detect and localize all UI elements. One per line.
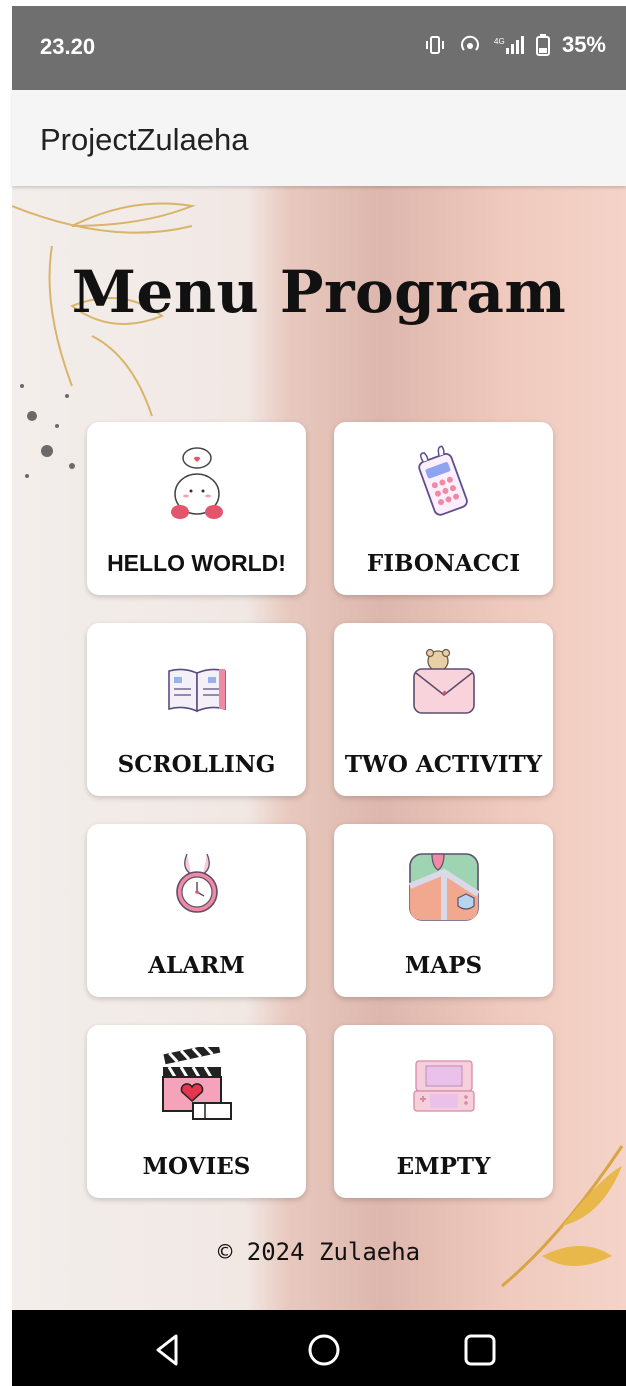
- alarm-clock-icon: [175, 853, 218, 913]
- calculator-icon: [417, 445, 468, 516]
- app-title: ProjectZulaeha: [40, 122, 249, 157]
- card-label: HELLO WORLD!: [107, 550, 286, 576]
- kirby-icon: [170, 447, 223, 519]
- dots-decoration-icon: [20, 384, 75, 478]
- card-label: MOVIES: [142, 1153, 251, 1180]
- battery-icon: [535, 34, 550, 56]
- movies-card[interactable]: MOVIES: [87, 1025, 306, 1198]
- card-label: TWO ACTIVITY: [344, 751, 543, 778]
- fibonacci-card[interactable]: FIBONACCI: [334, 422, 553, 595]
- card-label: EMPTY: [396, 1153, 491, 1180]
- hotspot-icon: [461, 35, 479, 51]
- envelope-icon: [412, 648, 475, 714]
- status-icons: 4G 35%: [424, 32, 606, 58]
- book-icon: [167, 668, 226, 713]
- card-label: ALARM: [148, 952, 245, 979]
- main-content: Menu Program HELLO WORLD! FIBONACCI SCRO…: [12, 186, 626, 1310]
- status-time: 23.20: [40, 34, 96, 59]
- svg-text:4G: 4G: [494, 37, 505, 46]
- scrolling-card[interactable]: SCROLLING: [87, 623, 306, 796]
- recents-icon[interactable]: [462, 1332, 498, 1368]
- menu-heading: Menu Program: [71, 258, 567, 326]
- phone-screen: 23.20 4G 35% ProjectZulaeha Menu Program…: [0, 0, 626, 1386]
- card-label: FIBONACCI: [366, 550, 521, 577]
- map-icon: [408, 853, 480, 921]
- alarm-card[interactable]: ALARM: [87, 824, 306, 997]
- navigation-bar: [12, 1310, 626, 1386]
- app-bar: ProjectZulaeha: [12, 90, 626, 186]
- maps-card[interactable]: MAPS: [334, 824, 553, 997]
- status-bar: 23.20 4G 35%: [12, 6, 626, 90]
- back-icon[interactable]: [150, 1332, 186, 1368]
- clapperboard-icon: [161, 1047, 232, 1120]
- game-console-icon: [412, 1060, 475, 1112]
- card-label: SCROLLING: [117, 751, 276, 778]
- two-activity-card[interactable]: TWO ACTIVITY: [334, 623, 553, 796]
- signal-icon: 4G: [494, 36, 524, 54]
- hello-world-card[interactable]: HELLO WORLD!: [87, 422, 306, 595]
- home-icon[interactable]: [306, 1332, 342, 1368]
- empty-card[interactable]: EMPTY: [334, 1025, 553, 1198]
- card-label: MAPS: [404, 952, 483, 979]
- footer-copyright: © 2024 Zulaeha: [217, 1238, 421, 1266]
- vibrate-icon: [425, 36, 444, 54]
- battery-percent: 35%: [561, 32, 606, 57]
